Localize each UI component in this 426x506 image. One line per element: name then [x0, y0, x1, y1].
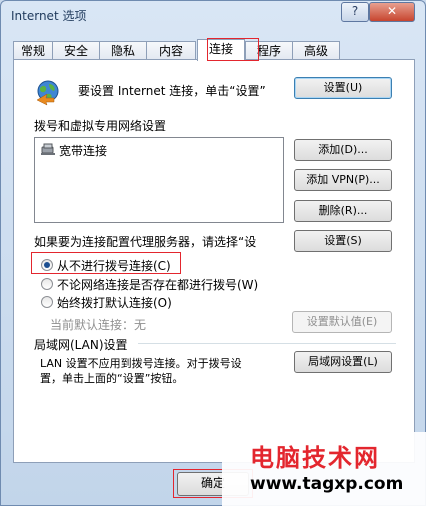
globe-icon: [36, 80, 59, 106]
lan-settings-button[interactable]: 局域网设置(L): [294, 351, 392, 373]
list-item[interactable]: 宽带连接: [59, 142, 107, 159]
lan-text-line1: LAN 设置不应用到拨号连接。对于拨号设: [40, 357, 242, 370]
proxy-text: 如果要为连接配置代理服务器，请选择“设: [34, 235, 257, 249]
setup-text: 要设置 Internet 连接，单击“设置”: [78, 84, 266, 98]
add-vpn-button[interactable]: 添加 VPN(P)...: [294, 169, 392, 191]
window-title: Internet 选项: [11, 9, 87, 23]
watermark-title: 电脑技术网: [250, 444, 380, 472]
broadband-connection-icon: [41, 143, 55, 155]
lan-divider: [138, 343, 396, 344]
add-button[interactable]: 添加(D)...: [294, 139, 392, 161]
dial-whenever-label[interactable]: 不论网络连接是否存在都进行拨号(W): [57, 276, 258, 293]
always-dial-radio[interactable]: [41, 296, 53, 308]
dialup-settings-button[interactable]: 设置(S): [294, 230, 392, 252]
tab-content[interactable]: 内容: [146, 41, 196, 60]
watermark: 电脑技术网 www.tagxp.com: [222, 432, 426, 506]
watermark-url: www.tagxp.com: [250, 474, 404, 494]
connection-list[interactable]: 宽带连接: [34, 137, 284, 223]
never-dial-label[interactable]: 从不进行拨号连接(C): [57, 257, 171, 274]
tab-security[interactable]: 安全: [52, 41, 100, 60]
set-default-button[interactable]: 设置默认值(E): [292, 311, 392, 333]
current-default-label: 当前默认连接：: [50, 318, 135, 332]
tab-advanced[interactable]: 高级: [292, 41, 340, 60]
never-dial-radio[interactable]: [41, 259, 53, 271]
remove-button[interactable]: 删除(R)...: [294, 200, 392, 222]
tab-general[interactable]: 常规: [13, 41, 53, 60]
internet-options-dialog: Internet 选项 ? ✕ 常规 安全 隐私 内容 连接 程序 高级 要设置…: [0, 0, 426, 506]
lan-text-line2: 置，单击上面的“设置”按钮。: [40, 372, 184, 385]
setup-button[interactable]: 设置(U): [294, 77, 392, 99]
dial-whenever-radio[interactable]: [41, 278, 53, 290]
always-dial-label[interactable]: 始终拨打默认连接(O): [57, 294, 172, 311]
connections-panel: 要设置 Internet 连接，单击“设置” 设置(U) 拨号和虚拟专用网络设置…: [13, 59, 415, 463]
title-bar[interactable]: Internet 选项 ? ✕: [1, 1, 425, 29]
lan-heading: 局域网(LAN)设置: [34, 338, 128, 352]
current-default-value: 无: [134, 318, 147, 332]
close-button[interactable]: ✕: [369, 2, 415, 22]
help-button[interactable]: ?: [341, 2, 369, 22]
highlight-connections-tab: [207, 38, 259, 61]
dialup-heading: 拨号和虚拟专用网络设置: [34, 119, 167, 133]
tab-privacy[interactable]: 隐私: [99, 41, 147, 60]
